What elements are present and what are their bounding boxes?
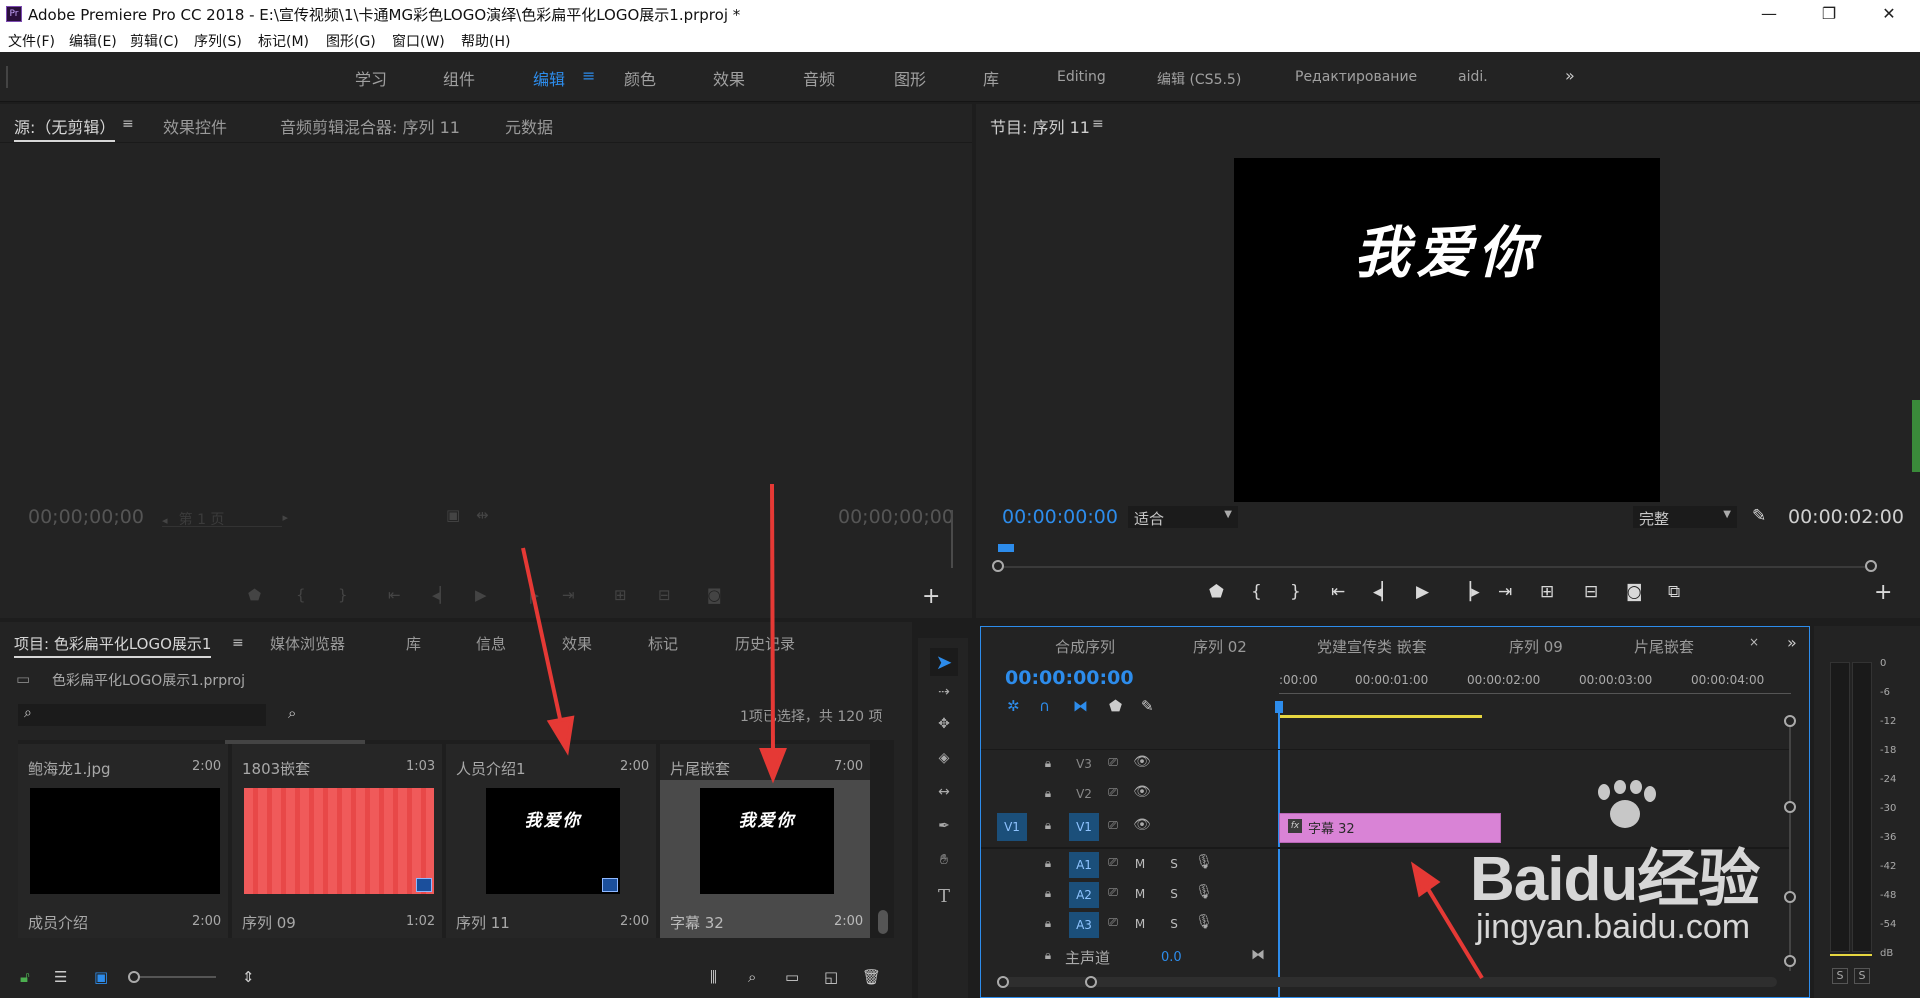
arrowhead-2 xyxy=(759,748,787,784)
watermark-url: jingyan.baidu.com xyxy=(1476,908,1751,946)
watermark-brand: Baidu经验 xyxy=(1470,845,1760,914)
arrow-shaft-2 xyxy=(770,483,775,756)
arrow-shaft-1 xyxy=(521,547,564,729)
arrowhead-1 xyxy=(546,715,575,756)
arrowhead-3 xyxy=(1410,861,1441,898)
baidu-watermark: Baidu经验 jingyan.baidu.com xyxy=(1470,780,1910,950)
